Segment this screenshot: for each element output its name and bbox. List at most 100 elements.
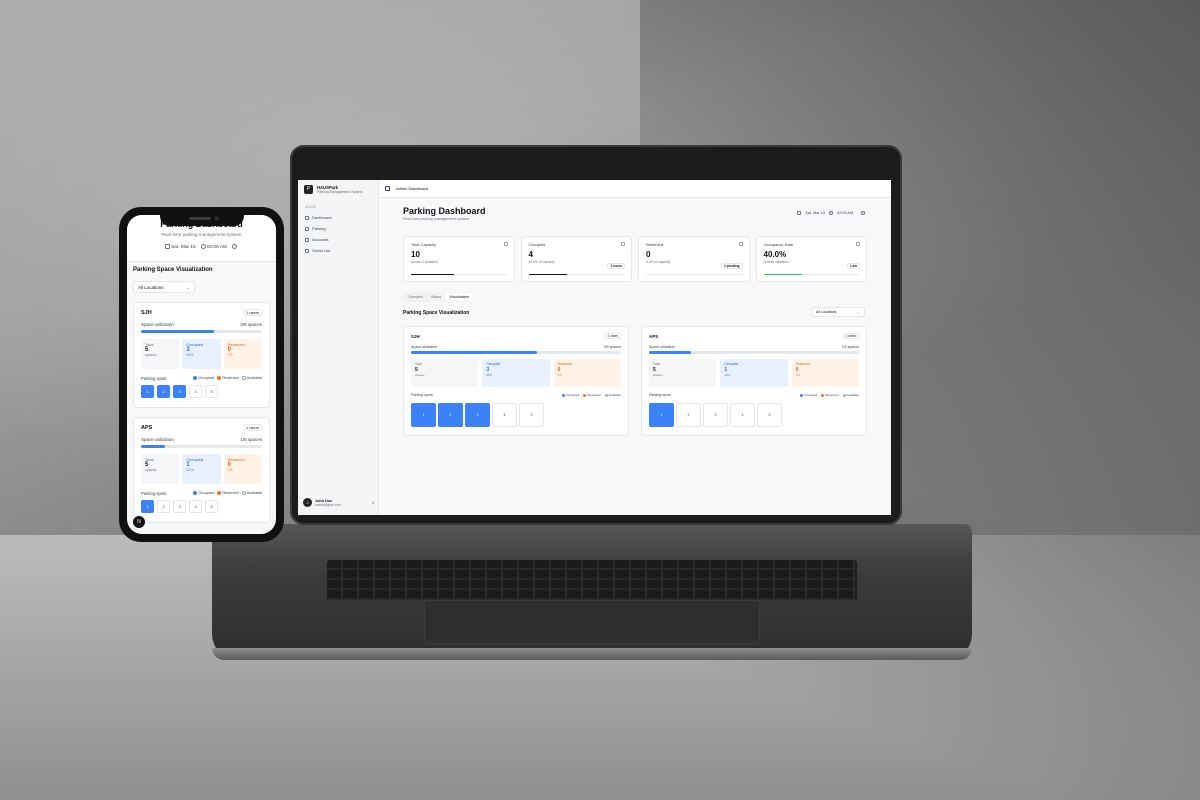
- card-progress: [646, 273, 742, 275]
- parking-spot-available[interactable]: 4: [189, 385, 202, 398]
- stat-reserved: Reserved 0 0%: [791, 359, 859, 387]
- legend-label: Reserved: [587, 393, 601, 397]
- location-badge: 1 users: [242, 309, 262, 316]
- stat-reserved: Reserved 0 0%: [553, 359, 621, 387]
- floating-action-button[interactable]: N: [133, 516, 145, 528]
- tab-overview[interactable]: Overview: [404, 293, 427, 301]
- reserved-dot-icon: [583, 393, 587, 397]
- parking-spot-available[interactable]: 5: [205, 500, 218, 513]
- parking-spot-available[interactable]: 2: [157, 500, 170, 513]
- sidebar-item-label: Parking: [312, 226, 326, 231]
- parking-spot-available[interactable]: 3: [173, 500, 186, 513]
- parking-spot-occupied[interactable]: 1: [141, 385, 154, 398]
- users-icon: [305, 237, 309, 242]
- utilization-label: Space utilization: [411, 345, 438, 349]
- grid-icon: [305, 215, 309, 220]
- parking-spots-grid: 12345: [141, 385, 218, 398]
- parking-spot-available[interactable]: 5: [757, 403, 782, 427]
- legend-occupied: Occupied: [800, 393, 817, 397]
- legend-label: Available: [246, 491, 262, 495]
- sidebar-item-accounts[interactable]: Accounts: [304, 234, 374, 245]
- location-card-sjh: SJH 1 users Space utilization 3/5 spaces…: [403, 326, 629, 436]
- legend-label: Available: [246, 376, 262, 380]
- stat-total: Total 5 spaces: [141, 339, 180, 369]
- parking-spot-available[interactable]: 3: [703, 403, 728, 427]
- parking-spot-available[interactable]: 4: [189, 500, 202, 513]
- stat-reserved: Reserved 0 0%: [223, 454, 262, 484]
- parking-spot-occupied[interactable]: 3: [465, 403, 490, 427]
- available-dot-icon: [842, 393, 846, 397]
- parking-spot-available[interactable]: 5: [205, 385, 218, 398]
- parking-spot-occupied[interactable]: 2: [157, 385, 170, 398]
- parking-spot-available[interactable]: 5: [519, 403, 544, 427]
- utilization-value: 1/5 spaces: [240, 437, 262, 442]
- stat-occupied: Occupied 3 60%: [182, 339, 221, 369]
- header-time: 02:03 AM: [836, 211, 853, 215]
- refresh-icon[interactable]: [232, 244, 238, 250]
- card-value: 4: [528, 250, 533, 259]
- card-badge: 1 pending: [720, 263, 743, 269]
- legend: Occupied Reserved Available: [800, 393, 859, 397]
- refresh-icon[interactable]: [861, 211, 865, 215]
- parking-spots-label: Parking spots: [649, 393, 671, 397]
- calendar-icon: [738, 242, 743, 246]
- stat-total: Total 5 spaces: [649, 359, 717, 387]
- location-select-value: All Locations: [816, 310, 837, 314]
- location-name: APS: [141, 425, 153, 431]
- tab-status[interactable]: Status: [427, 293, 445, 301]
- location-select[interactable]: All Locations ⌄: [811, 307, 865, 317]
- stat-note: spaces: [415, 373, 425, 377]
- parking-spot-available[interactable]: 2: [676, 403, 701, 427]
- parking-spot-occupied[interactable]: 3: [173, 385, 186, 398]
- app-subtitle: Parking Management System: [317, 190, 363, 194]
- legend-reserved: Reserved: [217, 491, 239, 495]
- tab-visualization[interactable]: Visualization: [445, 293, 474, 301]
- user-menu[interactable]: J John Doe admin@gosi.com ⇕: [303, 498, 375, 507]
- location-badge: 1 users: [842, 333, 859, 339]
- legend-available: Available: [241, 376, 262, 380]
- sidebar-item-guest-list[interactable]: Guest List: [304, 245, 374, 256]
- available-dot-icon: [241, 491, 246, 495]
- user-icon: [621, 242, 625, 246]
- brand[interactable]: P HAUSPark Parking Management System: [304, 185, 363, 194]
- clock-icon: [828, 211, 833, 215]
- stat-note: 0%: [795, 373, 800, 377]
- available-dot-icon: [241, 376, 246, 380]
- card-label: Occupied: [528, 242, 546, 247]
- stat-label: Total: [415, 362, 422, 366]
- page-subtitle: Real-time parking management system: [403, 217, 470, 221]
- parking-spot-available[interactable]: 4: [730, 403, 755, 427]
- sidebar-nav: Dashboard Parking Accounts Guest List: [304, 212, 374, 256]
- card-note: Overall utilization: [763, 260, 789, 264]
- stat-reserved: Reserved 0 0%: [223, 339, 262, 369]
- card-label: Occupancy Rate: [763, 242, 794, 247]
- utilization-bar-fill: [141, 330, 214, 333]
- location-select[interactable]: All Locations ⌄: [133, 281, 195, 293]
- sidebar-item-parking[interactable]: Parking: [304, 223, 374, 234]
- laptop-keyboard: [327, 560, 857, 600]
- header-date: Sat, Mar 15: [170, 244, 196, 250]
- card-badge: 1 users: [607, 263, 625, 269]
- legend-label: Occupied: [198, 491, 215, 495]
- utilization-bar-fill: [649, 351, 691, 354]
- parking-spot-occupied[interactable]: 1: [141, 500, 154, 513]
- legend-occupied: Occupied: [562, 393, 579, 397]
- location-name: SJH: [141, 310, 152, 316]
- parking-spots-grid: 12345: [141, 500, 218, 513]
- parking-spot-occupied[interactable]: 2: [438, 403, 463, 427]
- stat-label: Occupied: [724, 362, 739, 366]
- sidebar-item-dashboard[interactable]: Dashboard: [304, 212, 374, 223]
- stat-note: 0%: [227, 468, 233, 472]
- page-title: Parking Dashboard: [403, 206, 486, 216]
- legend-label: Reserved: [222, 491, 239, 495]
- parking-spot-occupied[interactable]: 1: [411, 403, 436, 427]
- laptop-trackpad: [424, 600, 760, 644]
- stat-note: 0%: [227, 353, 233, 357]
- user-email: admin@gosi.com: [315, 502, 341, 507]
- parking-spot-occupied[interactable]: 1: [649, 403, 674, 427]
- parking-spot-available[interactable]: 4: [492, 403, 517, 427]
- parking-spots-grid: 12345: [411, 403, 544, 427]
- sidebar-toggle-icon[interactable]: [385, 186, 390, 191]
- available-dot-icon: [604, 393, 608, 397]
- legend-label: Occupied: [804, 393, 818, 397]
